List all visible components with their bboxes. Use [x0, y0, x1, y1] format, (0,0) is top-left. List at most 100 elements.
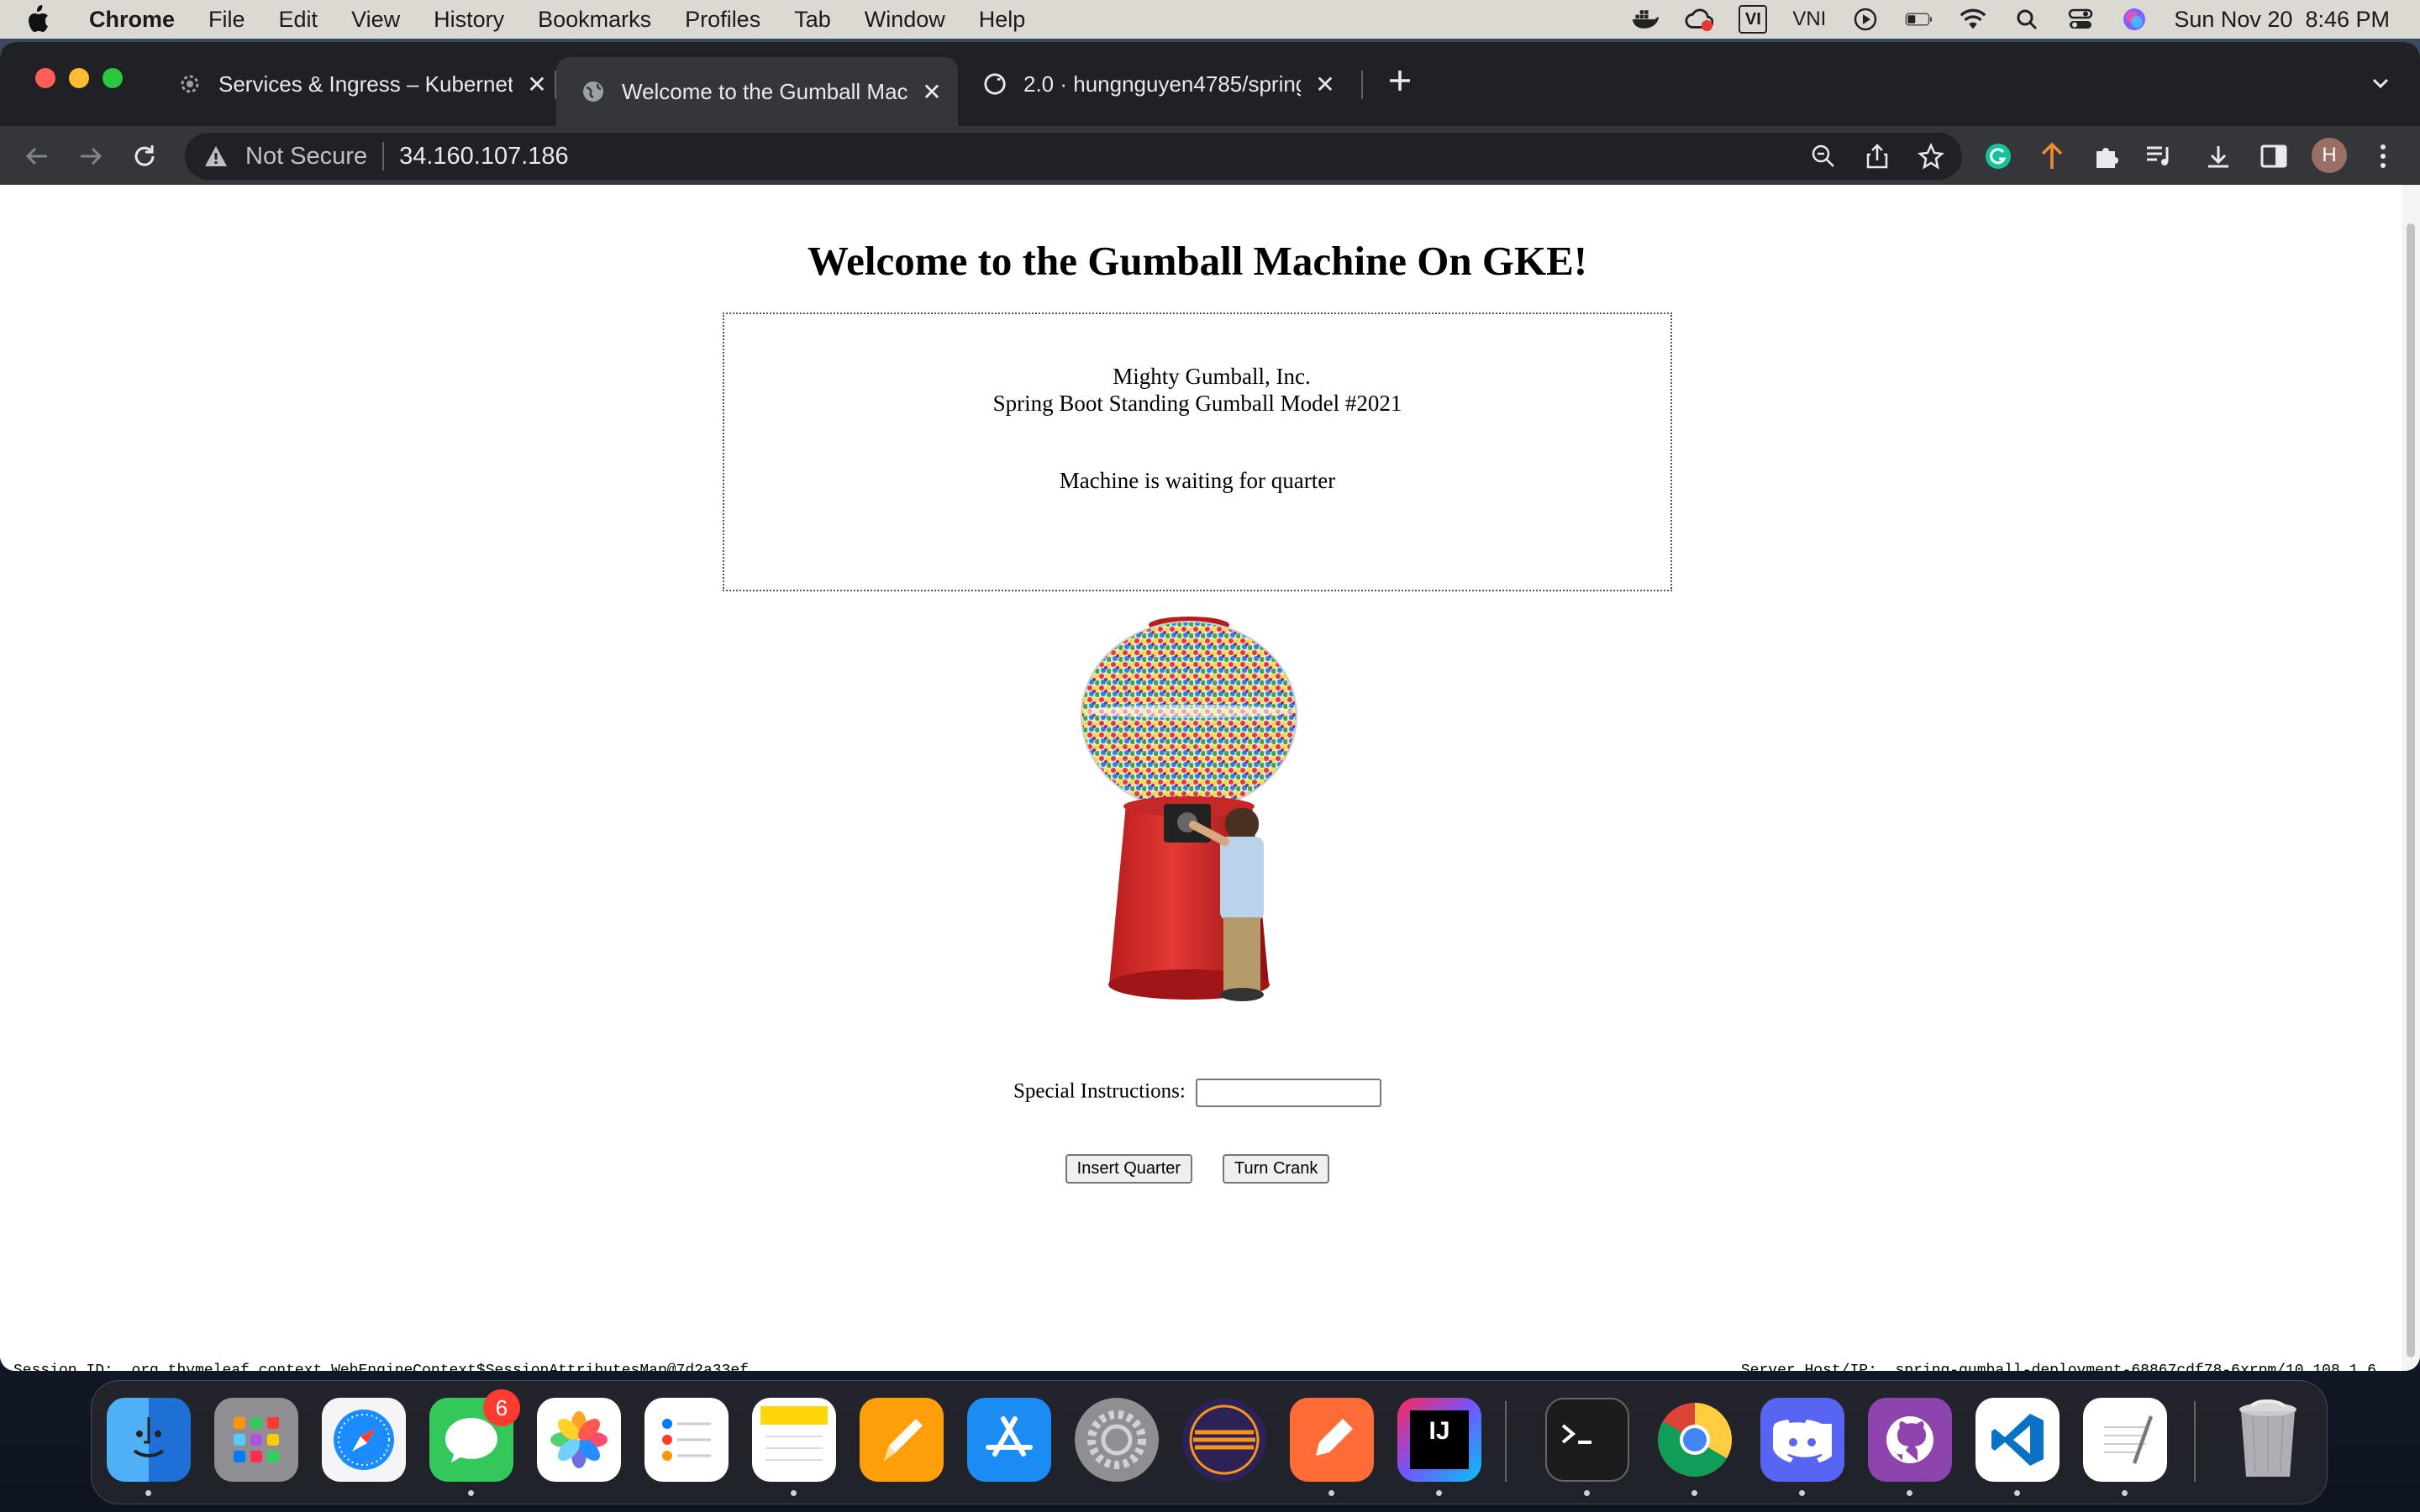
github-desktop-icon[interactable] — [1868, 1398, 1952, 1482]
menu-help[interactable]: Help — [979, 7, 1026, 33]
session-id-label: Session ID: — [13, 1362, 113, 1371]
running-indicator — [1907, 1490, 1912, 1496]
app-store-icon[interactable] — [967, 1398, 1051, 1482]
chrome-window: Services & Ingress – Kubernetes ✕ Welcom… — [0, 42, 2420, 1371]
share-icon[interactable] — [1862, 141, 1892, 171]
url-text[interactable]: 34.160.107.186 — [399, 143, 569, 171]
grammarly-icon[interactable] — [1983, 141, 2013, 171]
page-scrollbar[interactable] — [2402, 185, 2420, 1371]
zoom-out-magnifier-icon[interactable] — [1808, 141, 1839, 171]
side-panel-icon[interactable] — [2259, 141, 2289, 171]
running-indicator — [1436, 1490, 1442, 1496]
running-indicator — [1328, 1490, 1334, 1496]
textedit-icon[interactable] — [2083, 1398, 2167, 1482]
docker-icon[interactable] — [1631, 5, 1660, 34]
system-preferences-gear-icon[interactable] — [1075, 1398, 1159, 1482]
safari-icon[interactable] — [322, 1398, 406, 1482]
menu-app-chrome[interactable]: Chrome — [89, 7, 175, 33]
scrollbar-thumb[interactable] — [2407, 223, 2415, 1357]
tab-close-icon[interactable]: ✕ — [524, 71, 550, 97]
battery-icon[interactable] — [1905, 5, 1933, 34]
tab-github-repo[interactable]: 2.0 · hungnguyen4785/spring-gumball ✕ — [958, 57, 1338, 111]
insert-quarter-button[interactable]: Insert Quarter — [1065, 1154, 1193, 1184]
server-host-footer: Server Host/IP: spring-gumball-deploymen… — [1741, 1362, 2376, 1371]
menu-profiles[interactable]: Profiles — [685, 7, 760, 33]
window-close-button[interactable] — [35, 68, 55, 88]
address-bar[interactable]: Not Secure 34.160.107.186 — [185, 133, 1962, 180]
window-minimize-button[interactable] — [69, 68, 89, 88]
reload-icon[interactable] — [129, 141, 160, 171]
running-indicator — [1584, 1490, 1590, 1496]
tab-close-icon[interactable]: ✕ — [919, 79, 944, 105]
dock-divider — [2194, 1401, 2196, 1482]
special-instructions-input[interactable] — [1196, 1079, 1382, 1107]
new-tab-plus-icon[interactable] — [1385, 66, 1415, 96]
tab-gumball-machine[interactable]: Welcome to the Gumball Machine ✕ — [556, 57, 958, 126]
machine-state-message: Machine is waiting for quarter — [1059, 468, 1336, 493]
action-buttons: Insert Quarter Turn Crank — [0, 1154, 2395, 1184]
pages-icon[interactable] — [860, 1398, 944, 1482]
messages-icon[interactable]: 6 — [429, 1389, 520, 1482]
extension-arrow-up-icon[interactable] — [2037, 141, 2067, 171]
control-center-icon[interactable] — [2066, 5, 2095, 34]
extensions-puzzle-icon[interactable] — [2091, 141, 2121, 171]
google-chrome-icon[interactable] — [1653, 1398, 1737, 1482]
eclipse-icon[interactable] — [1182, 1398, 1266, 1482]
bookmark-star-icon[interactable] — [1916, 141, 1946, 171]
menu-bookmarks[interactable]: Bookmarks — [538, 7, 651, 33]
intellij-idea-icon[interactable]: IJ — [1397, 1398, 1481, 1482]
session-id-value: org.thymeleaf.context.WebEngineContext$S… — [131, 1362, 749, 1371]
profile-avatar[interactable]: H — [2312, 138, 2347, 173]
reminders-icon[interactable] — [644, 1398, 729, 1482]
photos-icon[interactable] — [537, 1398, 621, 1482]
menubar-clock[interactable]: Sun Nov 20 8:46 PM — [2174, 7, 2390, 33]
wifi-icon[interactable] — [1959, 5, 1987, 34]
tab-title: Welcome to the Gumball Machine — [622, 78, 908, 104]
menu-edit[interactable]: Edit — [279, 7, 318, 33]
running-indicator — [1799, 1490, 1805, 1496]
browser-toolbar: Not Secure 34.160.107.186 H — [0, 126, 2420, 185]
omnibox-divider — [382, 142, 385, 171]
notes-icon[interactable] — [752, 1398, 836, 1482]
macos-dock: 6 IJ — [91, 1380, 2328, 1504]
discord-icon[interactable] — [1760, 1398, 1844, 1482]
finder-icon[interactable] — [107, 1398, 191, 1482]
menu-view[interactable]: View — [351, 7, 400, 33]
warning-triangle-icon[interactable] — [203, 144, 232, 168]
session-id-footer: Session ID: org.thymeleaf.context.WebEng… — [13, 1362, 749, 1371]
siri-icon[interactable] — [2120, 5, 2149, 34]
tab-close-icon[interactable]: ✕ — [1313, 71, 1338, 97]
postman-icon[interactable] — [1290, 1398, 1374, 1482]
menu-tab[interactable]: Tab — [794, 7, 831, 33]
spotlight-search-icon[interactable] — [2012, 5, 2041, 34]
turn-crank-button[interactable]: Turn Crank — [1223, 1154, 1330, 1184]
web-page: Welcome to the Gumball Machine On GKE! M… — [0, 185, 2402, 1371]
media-controls-icon[interactable] — [2144, 141, 2175, 171]
menu-history[interactable]: History — [434, 7, 504, 33]
trash-icon[interactable] — [2226, 1398, 2310, 1482]
security-status-label[interactable]: Not Secure — [245, 143, 367, 171]
input-source-icon[interactable]: VI — [1739, 5, 1768, 34]
visual-studio-code-icon[interactable] — [1975, 1398, 2060, 1482]
forward-arrow-icon[interactable] — [76, 141, 106, 171]
menu-window[interactable]: Window — [865, 7, 945, 33]
running-indicator — [791, 1490, 797, 1496]
kebab-menu-icon[interactable] — [2368, 141, 2398, 171]
window-zoom-button[interactable] — [103, 68, 123, 88]
creative-cloud-icon[interactable] — [1685, 5, 1714, 34]
play-icon[interactable] — [1851, 5, 1880, 34]
terminal-icon[interactable] — [1545, 1398, 1629, 1482]
special-instructions-label: Special Instructions: — [1013, 1079, 1186, 1103]
input-source-label[interactable]: VNI — [1792, 8, 1826, 31]
special-instructions-row: Special Instructions: — [0, 1079, 2395, 1107]
download-icon[interactable] — [2203, 141, 2233, 171]
running-indicator — [468, 1490, 474, 1496]
kubernetes-gear-icon — [178, 72, 202, 96]
tab-search-chevron-down-icon[interactable] — [2368, 71, 2393, 96]
tab-kubernetes-services[interactable]: Services & Ingress – Kubernetes ✕ — [153, 57, 550, 111]
launchpad-icon[interactable] — [214, 1398, 298, 1482]
menu-file[interactable]: File — [208, 7, 245, 33]
back-arrow-icon[interactable] — [22, 141, 52, 171]
apple-menu-icon[interactable] — [25, 5, 66, 34]
running-indicator — [2014, 1490, 2020, 1496]
